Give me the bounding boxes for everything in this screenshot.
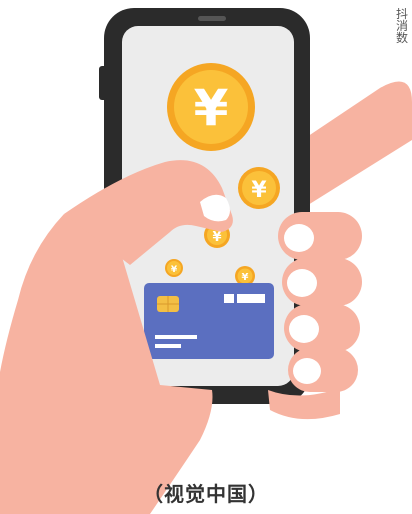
coin-small-3-symbol: ¥ bbox=[242, 272, 249, 283]
card-logo-large bbox=[237, 294, 265, 303]
coin-medium-symbol: ¥ bbox=[251, 178, 267, 203]
coin-large-symbol: ¥ bbox=[194, 79, 229, 137]
cropped-edge-text: 抖 消 数 bbox=[396, 8, 409, 44]
card-line-2 bbox=[155, 344, 181, 348]
coin-large-icon: ¥ bbox=[167, 63, 255, 151]
coin-small-2-symbol: ¥ bbox=[171, 265, 178, 275]
side-button bbox=[99, 66, 107, 100]
card-logo-small bbox=[224, 294, 234, 303]
card-line-1 bbox=[155, 335, 197, 339]
photo-credit-caption: （视觉中国） bbox=[143, 482, 269, 506]
earpiece bbox=[198, 16, 226, 21]
coin-small-2-icon: ¥ bbox=[165, 259, 183, 277]
illustration: ¥ ¥ ¥ ¥ ¥ bbox=[0, 8, 412, 514]
coin-medium-icon: ¥ bbox=[238, 167, 280, 209]
coin-small-1-symbol: ¥ bbox=[212, 230, 221, 245]
credit-card-icon bbox=[144, 283, 274, 359]
